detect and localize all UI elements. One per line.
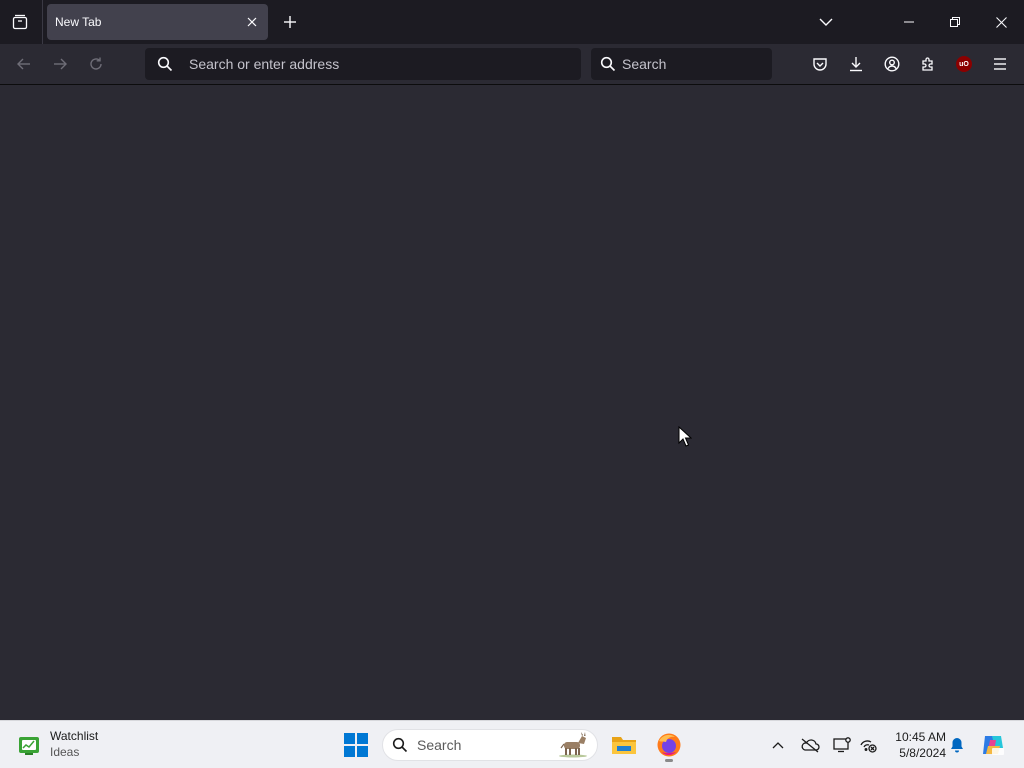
watchlist-icon xyxy=(18,735,40,757)
taskbar-search-input[interactable] xyxy=(417,730,547,760)
extensions-button[interactable] xyxy=(914,50,942,78)
page-content[interactable] xyxy=(0,86,1024,720)
minimize-icon xyxy=(904,17,914,27)
restore-icon xyxy=(950,17,960,27)
taskbar-search-box[interactable] xyxy=(382,729,598,761)
copilot-button[interactable] xyxy=(979,731,1007,759)
search-highlight-donkey-icon xyxy=(555,732,591,758)
file-explorer-icon xyxy=(611,734,637,756)
tab-divider xyxy=(42,0,43,44)
downloads-button[interactable] xyxy=(842,50,870,78)
copilot-icon xyxy=(980,732,1006,758)
chevron-down-icon xyxy=(819,17,833,27)
download-icon xyxy=(848,56,864,72)
file-explorer-button[interactable] xyxy=(606,727,642,763)
ublock-icon: uO xyxy=(956,56,972,72)
search-bar[interactable] xyxy=(591,48,772,80)
extensions-icon xyxy=(920,56,936,72)
notifications-button[interactable] xyxy=(945,733,969,757)
hamburger-menu-icon xyxy=(992,57,1008,71)
app-menu-button[interactable] xyxy=(986,50,1014,78)
window-minimize-button[interactable] xyxy=(886,0,932,44)
mouse-cursor-icon xyxy=(678,426,692,448)
close-icon xyxy=(995,16,1007,28)
new-tab-button[interactable] xyxy=(276,8,304,36)
network-tray-button[interactable] xyxy=(856,733,880,757)
url-input[interactable] xyxy=(189,48,569,80)
search-icon xyxy=(600,56,616,72)
account-button[interactable] xyxy=(878,50,906,78)
network-icon xyxy=(859,737,877,753)
window-close-button[interactable] xyxy=(978,0,1024,44)
search-input[interactable] xyxy=(622,48,762,80)
display-icon xyxy=(833,737,851,753)
tab-new-tab[interactable]: New Tab xyxy=(47,4,268,40)
account-icon xyxy=(884,56,900,72)
back-arrow-icon xyxy=(16,56,32,72)
windows-start-icon xyxy=(344,733,368,757)
pocket-icon xyxy=(812,56,828,72)
forward-arrow-icon xyxy=(52,56,68,72)
widget-title: Watchlist xyxy=(50,729,99,743)
bell-icon xyxy=(950,737,964,753)
browser-navbar: uO xyxy=(0,44,1024,85)
show-hidden-icons-button[interactable] xyxy=(766,733,790,757)
firefox-taskbar-button[interactable] xyxy=(651,727,687,763)
ublock-origin-button[interactable]: uO xyxy=(950,50,978,78)
pocket-button[interactable] xyxy=(806,50,834,78)
tab-close-button[interactable] xyxy=(242,12,262,32)
clock-date: 5/8/2024 xyxy=(899,746,946,760)
list-all-tabs-button[interactable] xyxy=(812,8,840,36)
widget-subtitle: Ideas xyxy=(50,745,80,759)
tab-list-button[interactable] xyxy=(6,8,34,36)
onedrive-icon xyxy=(800,737,820,753)
close-icon xyxy=(247,17,257,27)
search-icon xyxy=(157,56,173,72)
display-tray-button[interactable] xyxy=(830,733,854,757)
reload-button[interactable] xyxy=(82,50,110,78)
widgets-button[interactable]: Watchlist Ideas xyxy=(16,727,126,763)
windows-taskbar: Watchlist Ideas Search 10:45 AM 5/8/2024 xyxy=(0,720,1024,768)
firefox-icon xyxy=(656,732,682,758)
tab-title: New Tab xyxy=(55,15,102,29)
search-icon xyxy=(392,737,408,753)
clock-time: 10:45 AM xyxy=(895,730,946,744)
start-button[interactable] xyxy=(340,729,372,761)
onedrive-tray-button[interactable] xyxy=(798,733,822,757)
window-restore-button[interactable] xyxy=(932,0,978,44)
plus-icon xyxy=(283,15,297,29)
forward-button[interactable] xyxy=(46,50,74,78)
system-clock[interactable]: 10:45 AM 5/8/2024 xyxy=(884,729,946,761)
reload-icon xyxy=(88,56,104,72)
back-button[interactable] xyxy=(10,50,38,78)
browser-titlebar: New Tab xyxy=(0,0,1024,44)
chevron-up-icon xyxy=(772,741,784,749)
running-app-indicator xyxy=(665,759,673,762)
url-bar[interactable] xyxy=(145,48,581,80)
tab-list-icon xyxy=(12,14,28,30)
